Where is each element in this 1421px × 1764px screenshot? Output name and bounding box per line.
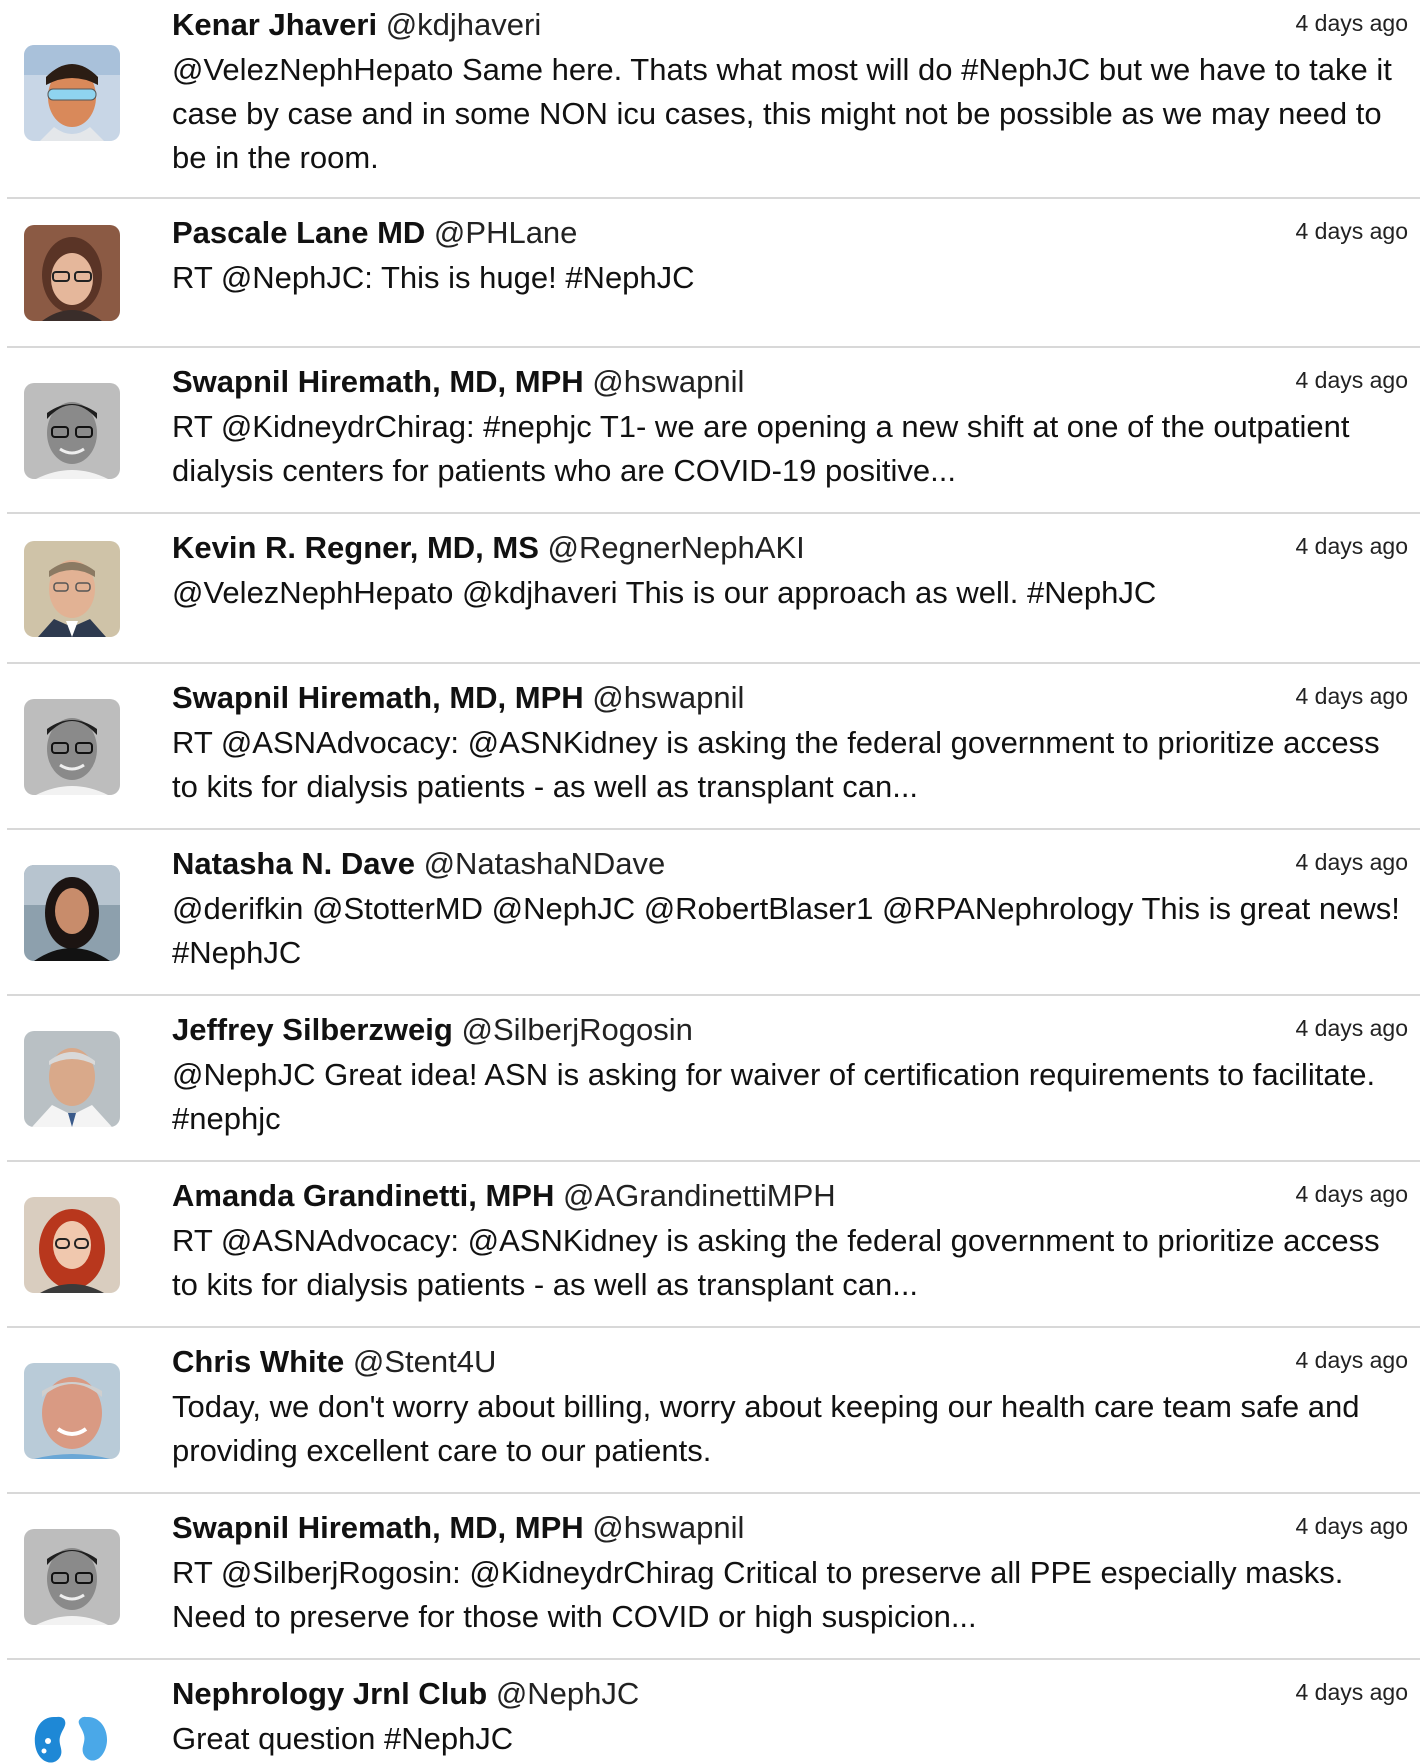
avatar-chris-white: [24, 1363, 120, 1459]
tweet-text: RT @KidneydrChirag: #nephjc T1- we are o…: [172, 409, 1350, 488]
author-name[interactable]: Natasha N. Dave: [172, 846, 415, 881]
author-handle[interactable]: @NephJC: [496, 1676, 639, 1711]
author-name[interactable]: Pascale Lane MD: [172, 215, 425, 250]
tweet-text: RT @ASNAdvocacy: @ASNKidney is asking th…: [172, 1223, 1380, 1302]
avatar[interactable]: [24, 541, 120, 637]
tweet-text: @VelezNephHepato Same here. Thats what m…: [172, 52, 1392, 175]
author-handle[interactable]: @kdjhaveri: [386, 7, 542, 42]
author-handle[interactable]: @RegnerNephAKI: [548, 530, 805, 565]
tweet-header: Kevin R. Regner, MD, MS @RegnerNephAKI: [172, 528, 1408, 568]
tweet-text: Great question #NephJC: [172, 1721, 514, 1756]
avatar[interactable]: [24, 865, 120, 961]
tweet-item[interactable]: 4 days ago Kevin R. Regner, MD, MS @Regn…: [7, 514, 1420, 664]
tweet-text: @derifkin @StotterMD @NephJC @RobertBlas…: [172, 891, 1400, 970]
tweet-header: Nephrology Jrnl Club @NephJC: [172, 1674, 1408, 1714]
tweet-header: Pascale Lane MD @PHLane: [172, 213, 1408, 253]
tweet-text: @NephJC Great idea! ASN is asking for wa…: [172, 1057, 1376, 1136]
tweet-item[interactable]: 4 days ago Swapnil Hiremath, MD, MPH @hs…: [7, 348, 1420, 514]
tweet-item[interactable]: 4 days ago Amanda Grandinetti, MPH @AGra…: [7, 1162, 1420, 1328]
tweet-header: Chris White @Stent4U: [172, 1342, 1408, 1382]
tweet-item[interactable]: 4 days ago Swapnil Hiremath, MD, MPH @hs…: [7, 664, 1420, 830]
author-name[interactable]: Swapnil Hiremath, MD, MPH: [172, 680, 584, 715]
avatar-pascale-lane: [24, 225, 120, 321]
avatar-kevin-regner: [24, 541, 120, 637]
tweet-text: RT @NephJC: This is huge! #NephJC: [172, 260, 695, 295]
author-name[interactable]: Jeffrey Silberzweig: [172, 1012, 453, 1047]
author-handle[interactable]: @hswapnil: [592, 680, 744, 715]
tweet-item[interactable]: 4 days ago Nephrology Jrnl Club @NephJC …: [7, 1660, 1420, 1764]
tweet-item[interactable]: 4 days ago Kenar Jhaveri @kdjhaveri @Vel…: [7, 0, 1420, 199]
author-name[interactable]: Swapnil Hiremath, MD, MPH: [172, 1510, 584, 1545]
tweet-header: Swapnil Hiremath, MD, MPH @hswapnil: [172, 362, 1408, 402]
tweet-header: Natasha N. Dave @NatashaNDave: [172, 844, 1408, 884]
author-handle[interactable]: @hswapnil: [592, 1510, 744, 1545]
author-name[interactable]: Kenar Jhaveri: [172, 7, 377, 42]
avatar[interactable]: [24, 1695, 120, 1764]
author-name[interactable]: Chris White: [172, 1344, 344, 1379]
tweet-text: RT @SilberjRogosin: @KidneydrChirag Crit…: [172, 1555, 1344, 1634]
author-name[interactable]: Kevin R. Regner, MD, MS: [172, 530, 539, 565]
tweet-header: Kenar Jhaveri @kdjhaveri: [172, 5, 1408, 45]
tweet-text: @VelezNephHepato @kdjhaveri This is our …: [172, 575, 1157, 610]
avatar[interactable]: [24, 45, 120, 141]
tweet-item[interactable]: 4 days ago Pascale Lane MD @PHLane RT @N…: [7, 199, 1420, 348]
tweet-text: Today, we don't worry about billing, wor…: [172, 1389, 1360, 1468]
author-handle[interactable]: @AGrandinettiMPH: [563, 1178, 836, 1213]
author-name[interactable]: Nephrology Jrnl Club: [172, 1676, 487, 1711]
tweet-item[interactable]: 4 days ago Natasha N. Dave @NatashaNDave…: [7, 830, 1420, 996]
avatar-swapnil-hiremath: [24, 383, 120, 479]
avatar[interactable]: [24, 225, 120, 321]
avatar[interactable]: [24, 383, 120, 479]
tweet-feed: 4 days ago Kenar Jhaveri @kdjhaveri @Vel…: [0, 0, 1421, 1764]
avatar-jeffrey-silberzweig: [24, 1031, 120, 1127]
nephjc-kidney-logo: [24, 1695, 120, 1764]
avatar[interactable]: [24, 1363, 120, 1459]
author-name[interactable]: Amanda Grandinetti, MPH: [172, 1178, 554, 1213]
author-handle[interactable]: @SilberjRogosin: [461, 1012, 692, 1047]
avatar[interactable]: [24, 1529, 120, 1625]
tweet-header: Swapnil Hiremath, MD, MPH @hswapnil: [172, 1508, 1408, 1548]
avatar[interactable]: [24, 699, 120, 795]
avatar[interactable]: [24, 1031, 120, 1127]
tweet-text: RT @ASNAdvocacy: @ASNKidney is asking th…: [172, 725, 1380, 804]
avatar-natasha-dave: [24, 865, 120, 961]
tweet-header: Amanda Grandinetti, MPH @AGrandinettiMPH: [172, 1176, 1408, 1216]
tweet-header: Swapnil Hiremath, MD, MPH @hswapnil: [172, 678, 1408, 718]
author-handle[interactable]: @hswapnil: [592, 364, 744, 399]
author-handle[interactable]: @NatashaNDave: [424, 846, 666, 881]
tweet-header: Jeffrey Silberzweig @SilberjRogosin: [172, 1010, 1408, 1050]
tweet-item[interactable]: 4 days ago Chris White @Stent4U Today, w…: [7, 1328, 1420, 1494]
author-name[interactable]: Swapnil Hiremath, MD, MPH: [172, 364, 584, 399]
author-handle[interactable]: @Stent4U: [353, 1344, 496, 1379]
author-handle[interactable]: @PHLane: [434, 215, 578, 250]
avatar-kenar-jhaveri: [24, 45, 120, 141]
avatar-amanda-grandinetti: [24, 1197, 120, 1293]
avatar-swapnil-hiremath: [24, 699, 120, 795]
avatar[interactable]: [24, 1197, 120, 1293]
tweet-item[interactable]: 4 days ago Jeffrey Silberzweig @SilberjR…: [7, 996, 1420, 1162]
avatar-swapnil-hiremath: [24, 1529, 120, 1625]
tweet-item[interactable]: 4 days ago Swapnil Hiremath, MD, MPH @hs…: [7, 1494, 1420, 1660]
